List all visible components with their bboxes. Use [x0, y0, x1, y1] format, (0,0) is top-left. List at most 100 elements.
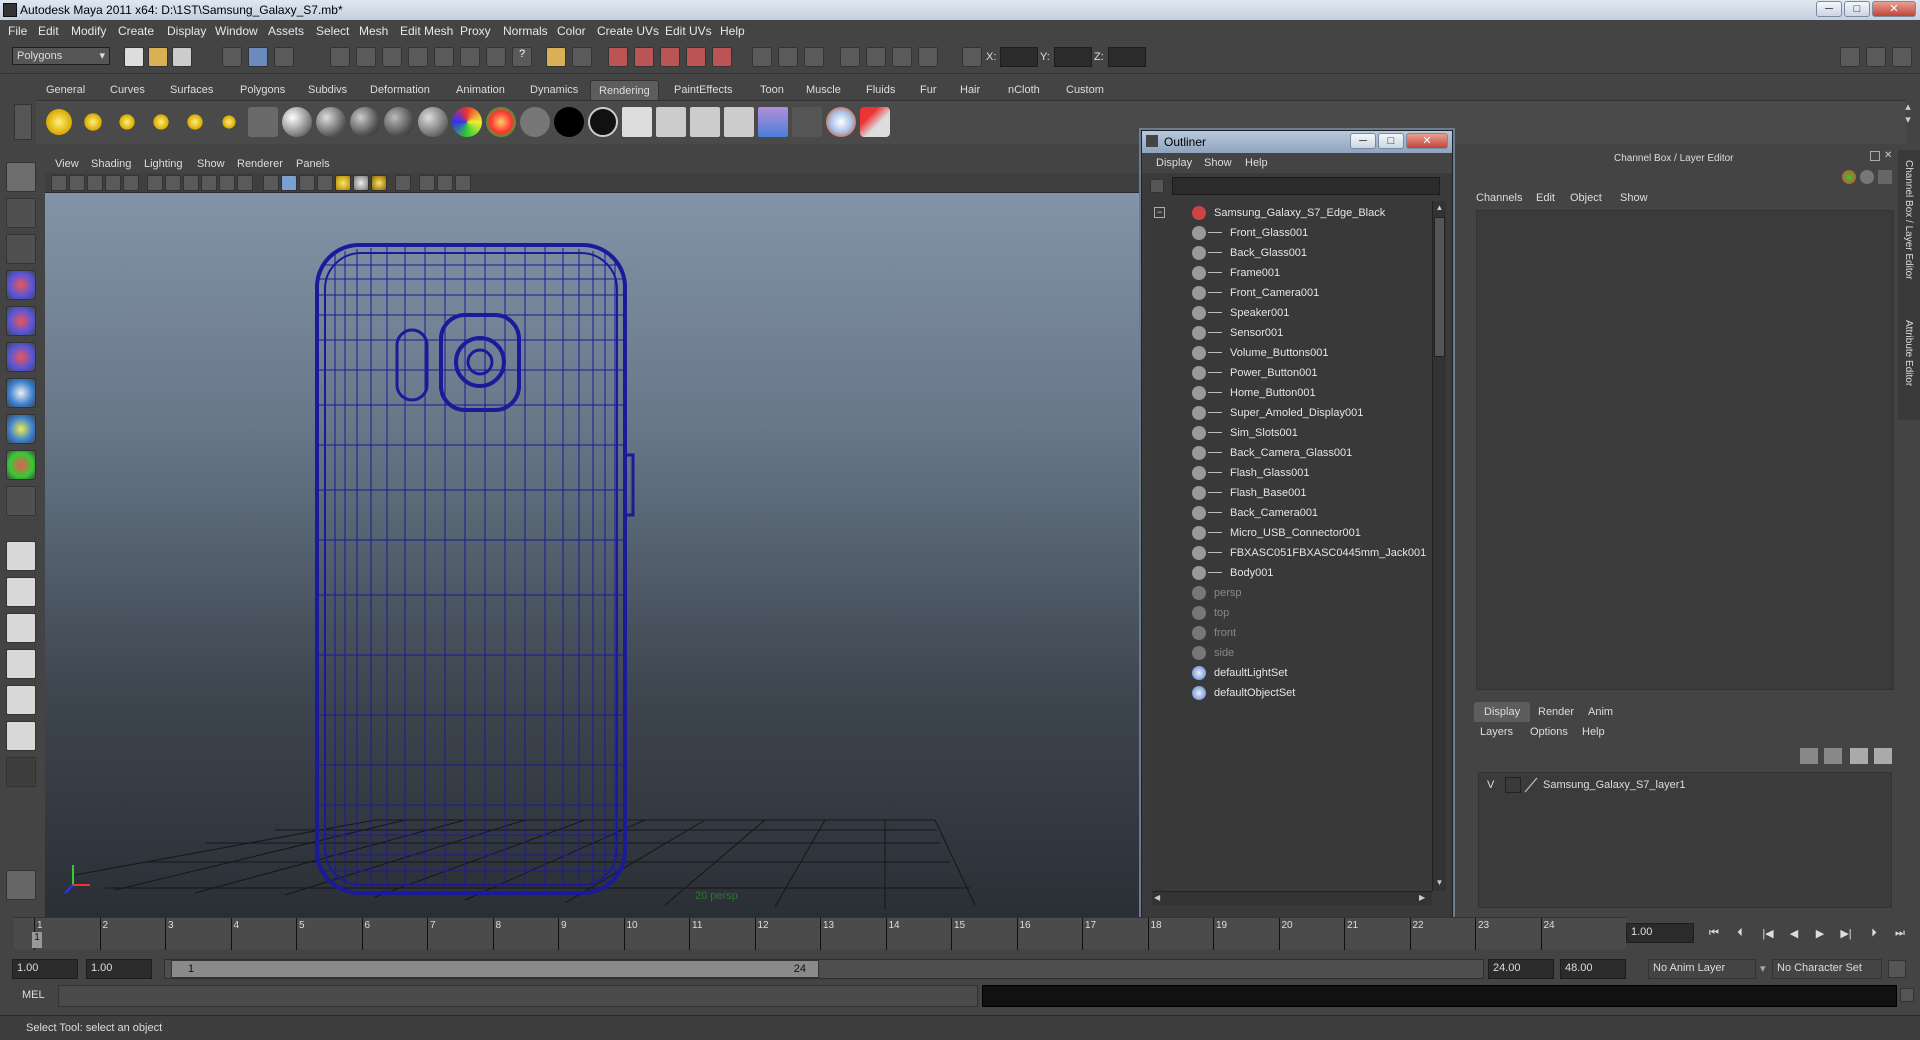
- lambert-material-icon[interactable]: [316, 107, 346, 137]
- resolution-gate-icon[interactable]: [165, 175, 181, 191]
- outliner-menu-show[interactable]: Show: [1204, 157, 1232, 169]
- minimize-button[interactable]: ─: [1816, 1, 1842, 17]
- vp-menu-lighting[interactable]: Lighting: [144, 158, 183, 170]
- cb-menu-channels[interactable]: Channels: [1476, 192, 1522, 204]
- directional-light-icon[interactable]: [78, 107, 108, 137]
- layout-four-pane-icon[interactable]: [6, 577, 36, 607]
- outliner-item-mesh[interactable]: Sim_Slots001: [1152, 423, 1432, 443]
- shelf-tab-muscle[interactable]: Muscle: [798, 80, 849, 100]
- shelf-tab-polygons[interactable]: Polygons: [232, 80, 293, 100]
- menu-window[interactable]: Window: [215, 24, 258, 38]
- image-plane-icon[interactable]: [105, 175, 121, 191]
- step-back-frame-icon[interactable]: |◀: [1760, 927, 1776, 941]
- layer-menu-options[interactable]: Options: [1530, 726, 1568, 738]
- menu-create-uvs[interactable]: Create UVs: [597, 24, 659, 38]
- menu-normals[interactable]: Normals: [503, 24, 548, 38]
- spot-light-icon[interactable]: [146, 107, 176, 137]
- default-lighting-icon[interactable]: [335, 175, 351, 191]
- render-frame-icon[interactable]: [608, 47, 628, 67]
- menu-edit-mesh[interactable]: Edit Mesh: [400, 24, 453, 38]
- float-panel-icon[interactable]: [1870, 151, 1880, 161]
- surface-shader-icon[interactable]: [520, 107, 550, 137]
- point-light-icon[interactable]: [112, 107, 142, 137]
- tool-settings-toggle-icon[interactable]: [1866, 47, 1886, 67]
- brush-stamp-icon[interactable]: [6, 870, 36, 900]
- start-time-field[interactable]: 1.00: [12, 959, 78, 979]
- soft-modification-icon[interactable]: [6, 414, 36, 444]
- numeric-input-icon[interactable]: [962, 47, 982, 67]
- playback-end-field[interactable]: 24.00: [1488, 959, 1554, 979]
- range-slider-track[interactable]: 1 24: [164, 959, 1484, 979]
- grid-toggle-icon[interactable]: [123, 175, 139, 191]
- outliner-item-mesh[interactable]: Sensor001: [1152, 323, 1432, 343]
- maximize-button[interactable]: □: [1844, 1, 1870, 17]
- phong-material-icon[interactable]: [350, 107, 380, 137]
- end-time-field[interactable]: 48.00: [1560, 959, 1626, 979]
- play-forwards-icon[interactable]: ▶: [1812, 927, 1828, 941]
- menu-edit[interactable]: Edit: [38, 24, 59, 38]
- shelf-tab-toon[interactable]: Toon: [752, 80, 792, 100]
- shelf-tab-subdivs[interactable]: Subdivs: [300, 80, 355, 100]
- outliner-item-camera[interactable]: top: [1152, 603, 1432, 623]
- menu-display[interactable]: Display: [167, 24, 206, 38]
- cb-menu-edit[interactable]: Edit: [1536, 192, 1555, 204]
- shelf-tab-fur[interactable]: Fur: [912, 80, 945, 100]
- xray-icon[interactable]: [419, 175, 435, 191]
- outliner-item-mesh[interactable]: Home_Button001: [1152, 383, 1432, 403]
- select-object-icon[interactable]: [248, 47, 268, 67]
- shadows-icon[interactable]: [371, 175, 387, 191]
- viewport-persp[interactable]: 20 persp: [45, 155, 1142, 918]
- outliner-item-camera[interactable]: front: [1152, 623, 1432, 643]
- ipr-render-icon[interactable]: [634, 47, 654, 67]
- outliner-minimize-button[interactable]: ─: [1350, 133, 1376, 149]
- absolute-transform-icon[interactable]: [840, 47, 860, 67]
- play-backwards-icon[interactable]: ◀: [1786, 927, 1802, 941]
- render-view-shelf-icon[interactable]: [622, 107, 652, 137]
- outliner-item-mesh[interactable]: Frame001: [1152, 263, 1432, 283]
- step-forward-key-icon[interactable]: ⏵: [1866, 927, 1882, 941]
- cb-menu-show[interactable]: Show: [1620, 192, 1648, 204]
- shelf-tab-custom[interactable]: Custom: [1058, 80, 1112, 100]
- outliner-item-mesh[interactable]: Body001: [1152, 563, 1432, 583]
- move-layer-up-icon[interactable]: [1800, 748, 1818, 764]
- gate-mask-icon[interactable]: [183, 175, 199, 191]
- layer-color-swatch[interactable]: [1523, 777, 1539, 793]
- paint-select-tool-icon[interactable]: [6, 234, 36, 264]
- layer-tab-render[interactable]: Render: [1528, 702, 1584, 722]
- layout-graph-persp-icon[interactable]: [6, 649, 36, 679]
- layer-visibility-toggle[interactable]: V: [1487, 779, 1501, 791]
- shelf-tab-surfaces[interactable]: Surfaces: [162, 80, 221, 100]
- field-chart-icon[interactable]: [201, 175, 217, 191]
- outliner-item-mesh[interactable]: Micro_USB_Connector001: [1152, 523, 1432, 543]
- move-tool-icon[interactable]: [6, 270, 36, 300]
- scroll-up-icon[interactable]: ▲: [1434, 203, 1445, 214]
- range-slider-handle[interactable]: 1 24: [171, 960, 819, 978]
- layer-row[interactable]: V Samsung_Galaxy_S7_layer1: [1481, 775, 1891, 795]
- manipulator-icon[interactable]: [1842, 170, 1856, 184]
- layer-menu-layers[interactable]: Layers: [1480, 726, 1513, 738]
- clipboard-icon[interactable]: [804, 47, 824, 67]
- menu-mesh[interactable]: Mesh: [359, 24, 388, 38]
- select-component-icon[interactable]: [274, 47, 294, 67]
- anisotropic-material-icon[interactable]: [418, 107, 448, 137]
- menu-help[interactable]: Help: [720, 24, 745, 38]
- scroll-down-icon[interactable]: ▼: [1434, 878, 1445, 889]
- vp-menu-panels[interactable]: Panels: [296, 158, 330, 170]
- snap-point-icon[interactable]: [382, 47, 402, 67]
- outliner-search-field[interactable]: [1172, 177, 1440, 195]
- menu-create[interactable]: Create: [118, 24, 154, 38]
- menu-edit-uvs[interactable]: Edit UVs: [665, 24, 712, 38]
- step-forward-frame-icon[interactable]: ▶|: [1838, 927, 1854, 941]
- layout-dopesheet-icon[interactable]: [6, 721, 36, 751]
- step-back-key-icon[interactable]: ⏴: [1732, 927, 1748, 941]
- quick-select-icon[interactable]: [778, 47, 798, 67]
- shelf-menu-icon[interactable]: [14, 104, 32, 140]
- character-set-select[interactable]: No Character Set: [1772, 959, 1882, 979]
- move-layer-down-icon[interactable]: [1824, 748, 1842, 764]
- all-lights-icon[interactable]: [353, 175, 369, 191]
- key-icon[interactable]: [1888, 960, 1906, 978]
- phonge-material-icon[interactable]: [384, 107, 414, 137]
- go-to-end-icon[interactable]: ⏭: [1892, 927, 1908, 941]
- history-icon[interactable]: [460, 47, 480, 67]
- live-surface-icon[interactable]: [434, 47, 454, 67]
